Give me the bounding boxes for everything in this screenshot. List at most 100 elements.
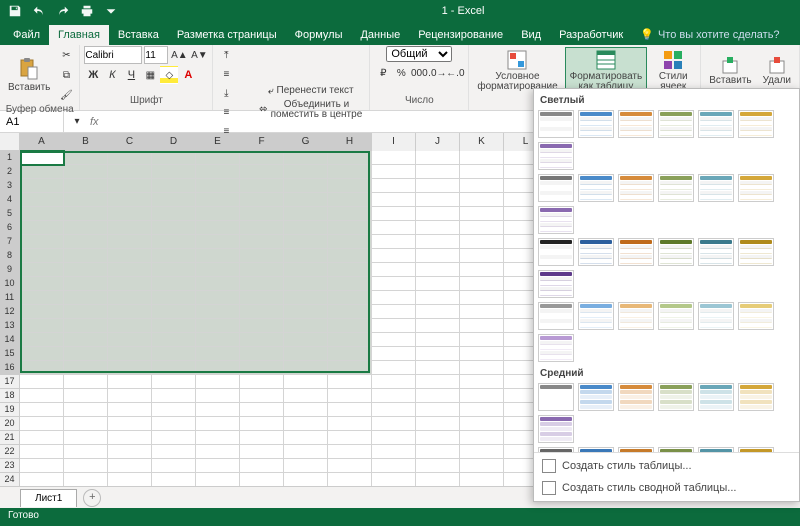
cell[interactable]: [64, 263, 108, 277]
cell[interactable]: [328, 319, 372, 333]
cell[interactable]: [416, 375, 460, 389]
cell[interactable]: [284, 459, 328, 473]
cell[interactable]: [328, 249, 372, 263]
cell[interactable]: [152, 347, 196, 361]
cell[interactable]: [240, 417, 284, 431]
cell[interactable]: [240, 291, 284, 305]
table-style-swatch[interactable]: [618, 174, 654, 202]
row-header[interactable]: 2: [0, 165, 19, 179]
cell[interactable]: [196, 151, 240, 165]
row-header[interactable]: 5: [0, 207, 19, 221]
cell[interactable]: [416, 291, 460, 305]
cell[interactable]: [328, 403, 372, 417]
cell[interactable]: [460, 249, 504, 263]
cell[interactable]: [152, 445, 196, 459]
cell[interactable]: [460, 263, 504, 277]
cell[interactable]: [108, 207, 152, 221]
tab-рецензирование[interactable]: Рецензирование: [409, 25, 512, 45]
cell[interactable]: [108, 263, 152, 277]
cell[interactable]: [20, 389, 64, 403]
cell[interactable]: [152, 459, 196, 473]
cell[interactable]: [460, 235, 504, 249]
table-style-swatch[interactable]: [658, 383, 694, 411]
fill-color-icon[interactable]: ◇: [160, 66, 178, 84]
cell[interactable]: [20, 277, 64, 291]
cell[interactable]: [460, 193, 504, 207]
table-style-swatch[interactable]: [538, 334, 574, 362]
cell[interactable]: [64, 249, 108, 263]
row-header[interactable]: 13: [0, 319, 19, 333]
cell[interactable]: [152, 403, 196, 417]
cell[interactable]: [284, 375, 328, 389]
table-style-swatch[interactable]: [618, 238, 654, 266]
cell[interactable]: [64, 389, 108, 403]
row-header[interactable]: 23: [0, 459, 19, 473]
cell[interactable]: [372, 361, 416, 375]
cell[interactable]: [108, 179, 152, 193]
cell[interactable]: [372, 179, 416, 193]
insert-cells-button[interactable]: Вставить: [705, 54, 755, 88]
cell[interactable]: [152, 361, 196, 375]
italic-button[interactable]: К: [103, 66, 121, 84]
cell[interactable]: [460, 179, 504, 193]
cell[interactable]: [108, 431, 152, 445]
row-header[interactable]: 6: [0, 221, 19, 235]
cell[interactable]: [372, 263, 416, 277]
cell[interactable]: [196, 207, 240, 221]
cell[interactable]: [372, 431, 416, 445]
increase-decimal-icon[interactable]: .0→: [428, 64, 446, 82]
cell[interactable]: [20, 361, 64, 375]
number-format-select[interactable]: Общий: [386, 46, 452, 62]
table-style-swatch[interactable]: [738, 174, 774, 202]
col-header[interactable]: G: [284, 133, 328, 151]
cell[interactable]: [328, 305, 372, 319]
cell[interactable]: [240, 319, 284, 333]
tab-данные[interactable]: Данные: [351, 25, 409, 45]
font-color-icon[interactable]: A: [179, 66, 197, 84]
cell[interactable]: [196, 165, 240, 179]
cell[interactable]: [196, 319, 240, 333]
cell[interactable]: [328, 361, 372, 375]
increase-font-icon[interactable]: A▲: [170, 46, 188, 64]
cell[interactable]: [108, 193, 152, 207]
cell[interactable]: [108, 151, 152, 165]
cell[interactable]: [284, 291, 328, 305]
cell[interactable]: [108, 459, 152, 473]
row-header[interactable]: 16: [0, 361, 19, 375]
cell[interactable]: [108, 403, 152, 417]
cell[interactable]: [460, 445, 504, 459]
cell[interactable]: [416, 193, 460, 207]
cell[interactable]: [20, 445, 64, 459]
cell[interactable]: [460, 459, 504, 473]
cell[interactable]: [20, 459, 64, 473]
align-left-icon[interactable]: ≡: [217, 103, 235, 121]
sheet-tab[interactable]: Лист1: [20, 489, 77, 507]
cell[interactable]: [20, 403, 64, 417]
cell[interactable]: [416, 319, 460, 333]
cell[interactable]: [240, 347, 284, 361]
table-style-swatch[interactable]: [538, 270, 574, 298]
cell[interactable]: [416, 333, 460, 347]
paste-button[interactable]: Вставить: [4, 55, 54, 95]
row-header[interactable]: 10: [0, 277, 19, 291]
cell[interactable]: [152, 179, 196, 193]
cell[interactable]: [20, 235, 64, 249]
cell[interactable]: [64, 221, 108, 235]
cell[interactable]: [108, 165, 152, 179]
cell[interactable]: [372, 389, 416, 403]
cell[interactable]: [152, 277, 196, 291]
cell[interactable]: [372, 403, 416, 417]
cell[interactable]: [64, 417, 108, 431]
cell[interactable]: [460, 403, 504, 417]
cell[interactable]: [240, 459, 284, 473]
cell[interactable]: [196, 389, 240, 403]
cell[interactable]: [284, 221, 328, 235]
cell[interactable]: [416, 179, 460, 193]
table-style-swatch[interactable]: [738, 383, 774, 411]
cell[interactable]: [372, 165, 416, 179]
col-header[interactable]: J: [416, 133, 460, 151]
tab-файл[interactable]: Файл: [4, 25, 49, 45]
cell[interactable]: [64, 165, 108, 179]
cell[interactable]: [108, 375, 152, 389]
table-style-swatch[interactable]: [698, 110, 734, 138]
